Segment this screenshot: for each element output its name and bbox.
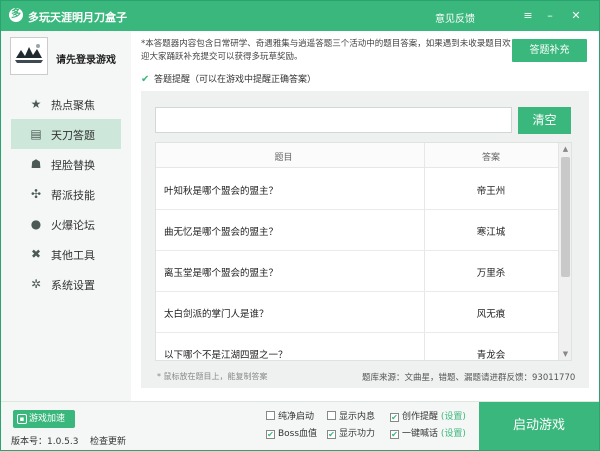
sidebar-item-other-tools[interactable]: ✖ 其他工具 — [11, 239, 121, 269]
sidebar-nav: ★ 热点聚焦 ▤ 天刀答题 ☗ 捏脸替换 ✣ 帮派技能 ● 火爆论坛 ✖ 其他工… — [1, 89, 131, 299]
sidebar-item-label: 火爆论坛 — [51, 219, 95, 232]
sidebar-item-label: 系统设置 — [51, 279, 95, 292]
app-window: 多 多玩天涯明月刀盒子 意见反馈 ≡ – ✕ 请先登录游戏 ★ 热点聚焦 ▤ 天… — [0, 0, 600, 451]
user-box[interactable]: 请先登录游戏 — [7, 37, 125, 77]
pure-start-checkbox[interactable]: 纯净启动 — [266, 411, 314, 423]
supplement-button[interactable]: 答题补充 — [512, 39, 587, 62]
answer-hint-checkbox[interactable]: ✔ 答题提醒（可以在游戏中提醒正确答案） — [141, 72, 317, 86]
checkbox-unchecked[interactable] — [266, 411, 275, 420]
checkbox-checked[interactable]: ✔ — [327, 430, 336, 439]
menu-icon[interactable]: ≡ — [519, 7, 537, 25]
table-header: 题目 答案 — [156, 143, 558, 168]
question-cell[interactable]: 离玉堂是哪个盟会的盟主？ — [164, 265, 278, 279]
gamepad-icon: ▪ — [17, 414, 27, 424]
source-info: 题库来源：文曲星，错题、漏题请进群反馈：93011770 — [362, 373, 576, 383]
sidebar-item-quiz[interactable]: ▤ 天刀答题 — [11, 119, 121, 149]
clear-button[interactable]: 清空 — [518, 107, 571, 134]
answer-cell[interactable]: 万里杀 — [424, 265, 558, 279]
create-remind-settings-link[interactable]: (设置) — [441, 412, 466, 422]
header-question: 题目 — [274, 153, 293, 163]
mask-icon: ☗ — [30, 157, 42, 171]
checkbox-unchecked[interactable] — [327, 411, 336, 420]
answer-cell[interactable]: 青龙会 — [424, 347, 558, 360]
sidebar-item-label: 帮派技能 — [51, 189, 95, 202]
copy-tip: * 鼠标放在题目上，能复制答案 — [157, 372, 268, 381]
sidebar: 请先登录游戏 ★ 热点聚焦 ▤ 天刀答题 ☗ 捏脸替换 ✣ 帮派技能 ● 火爆论… — [1, 31, 131, 401]
show-memory-checkbox[interactable]: 显示内息 — [327, 411, 375, 423]
question-cell[interactable]: 太白剑派的掌门人是谁？ — [164, 306, 269, 320]
launch-game-button[interactable]: 启动游戏 — [479, 402, 599, 450]
table-scrollbar[interactable]: ▲ ▼ — [558, 143, 571, 360]
feedback-link[interactable]: 意见反馈 — [435, 10, 475, 25]
answer-cell[interactable]: 帝王州 — [424, 183, 558, 197]
title-bar[interactable]: 多 多玩天涯明月刀盒子 意见反馈 ≡ – ✕ — [1, 1, 599, 31]
option-label: 显示功力 — [339, 429, 376, 439]
table-row[interactable]: 以下哪个不是江湖四盟之一？ 青龙会 — [156, 333, 558, 360]
shout-settings-link[interactable]: (设置) — [441, 429, 466, 439]
scroll-down-icon[interactable]: ▼ — [561, 350, 570, 358]
search-input[interactable] — [155, 107, 512, 133]
chat-bubble-icon: ● — [30, 217, 42, 231]
sidebar-item-settings[interactable]: ✲ 系统设置 — [11, 269, 121, 299]
book-icon: ▤ — [30, 127, 42, 141]
option-label: Boss血值 — [278, 429, 318, 439]
version-label: 版本号：1.0.5.3 — [11, 437, 79, 447]
close-icon[interactable]: ✕ — [567, 7, 585, 25]
question-cell[interactable]: 以下哪个不是江湖四盟之一？ — [164, 347, 288, 360]
login-prompt[interactable]: 请先登录游戏 — [56, 51, 116, 66]
option-label: 一键喊话 — [402, 429, 439, 439]
app-title: 多玩天涯明月刀盒子 — [28, 11, 127, 24]
table-row[interactable]: 离玉堂是哪个盟会的盟主？ 万里杀 — [156, 251, 558, 292]
quiz-area: 清空 题目 答案 叶知秋是哪个盟会的盟主？ 帝王州 曲无忆是哪个盟会的盟主？ 寒… — [141, 91, 589, 388]
minimize-icon[interactable]: – — [541, 7, 559, 25]
footer-bar: ▪ 游戏加速 版本号：1.0.5.3 检查更新 纯净启动 显示内息 ✔ 创作提醒 (… — [1, 401, 599, 450]
avatar[interactable] — [10, 37, 48, 75]
checkbox-checked[interactable]: ✔ — [390, 430, 399, 439]
star-icon: ★ — [30, 97, 42, 111]
scroll-up-icon[interactable]: ▲ — [561, 145, 570, 153]
option-label: 纯净启动 — [278, 412, 315, 422]
answer-cell[interactable]: 寒江城 — [424, 224, 558, 238]
question-cell[interactable]: 曲无忆是哪个盟会的盟主？ — [164, 224, 278, 238]
create-remind-checkbox[interactable]: ✔ 创作提醒 (设置) — [390, 411, 466, 423]
sidebar-item-forum[interactable]: ● 火爆论坛 — [11, 209, 121, 239]
boss-hp-checkbox[interactable]: ✔ Boss血值 — [266, 428, 317, 440]
game-accel-label: 游戏加速 — [29, 414, 66, 424]
answer-cell[interactable]: 风无痕 — [424, 306, 558, 320]
scroll-thumb[interactable] — [561, 157, 570, 277]
sidebar-item-label: 其他工具 — [51, 249, 95, 262]
answer-table: 题目 答案 叶知秋是哪个盟会的盟主？ 帝王州 曲无忆是哪个盟会的盟主？ 寒江城 … — [155, 142, 572, 361]
pinwheel-icon: ✣ — [30, 187, 42, 201]
option-label: 显示内息 — [339, 412, 376, 422]
sidebar-item-label: 捏脸替换 — [51, 159, 95, 172]
sidebar-item-label: 天刀答题 — [51, 129, 95, 142]
main-panel: *本答题器内容包含日常研学、奇遇雅集与逍遥答题三个活动中的题目答案，如果遇到未收… — [131, 31, 599, 401]
sidebar-item-face-swap[interactable]: ☗ 捏脸替换 — [11, 149, 121, 179]
table-row[interactable]: 太白剑派的掌门人是谁？ 风无痕 — [156, 292, 558, 333]
table-row[interactable]: 曲无忆是哪个盟会的盟主？ 寒江城 — [156, 210, 558, 251]
notice-text: *本答题器内容包含日常研学、奇遇雅集与逍遥答题三个活动中的题目答案，如果遇到未收… — [141, 39, 511, 62]
tools-icon: ✖ — [30, 247, 42, 261]
checkmark-icon: ✔ — [141, 74, 150, 85]
check-update-link[interactable]: 检查更新 — [90, 434, 126, 447]
checkbox-checked[interactable]: ✔ — [266, 430, 275, 439]
show-power-checkbox[interactable]: ✔ 显示功力 — [327, 428, 375, 440]
table-row[interactable]: 叶知秋是哪个盟会的盟主？ 帝王州 — [156, 169, 558, 210]
header-answer: 答案 — [481, 153, 500, 163]
question-cell[interactable]: 叶知秋是哪个盟会的盟主？ — [164, 183, 278, 197]
sidebar-item-guild-skills[interactable]: ✣ 帮派技能 — [11, 179, 121, 209]
sidebar-item-label: 热点聚焦 — [51, 99, 95, 112]
answer-hint-label: 答题提醒（可以在游戏中提醒正确答案） — [154, 75, 317, 85]
option-label: 创作提醒 — [402, 412, 439, 422]
sidebar-item-hot-focus[interactable]: ★ 热点聚焦 — [11, 89, 121, 119]
game-accel-button[interactable]: ▪ 游戏加速 — [13, 410, 75, 428]
checkbox-checked[interactable]: ✔ — [390, 413, 399, 422]
app-logo-icon: 多 — [9, 8, 23, 22]
gear-icon: ✲ — [30, 277, 42, 291]
one-key-shout-checkbox[interactable]: ✔ 一键喊话 (设置) — [390, 428, 466, 440]
game-logo-icon — [11, 38, 47, 74]
